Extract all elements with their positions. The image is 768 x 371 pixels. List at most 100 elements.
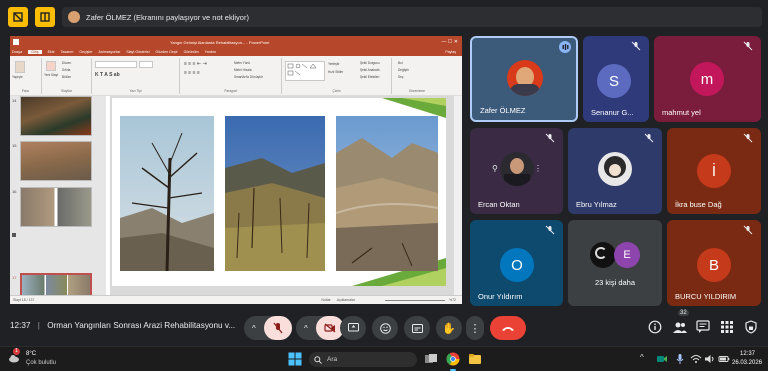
camera-off-icon <box>324 323 336 333</box>
tab-insert[interactable]: Ekle <box>48 50 55 54</box>
participant-tile-senanur[interactable]: S Senanur G... <box>583 36 649 122</box>
participant-tile-ebru[interactable]: Ebru Yılmaz <box>568 128 662 214</box>
pin-toggle-button[interactable] <box>8 7 28 27</box>
quick-styles-button[interactable]: Hızlı Stiller <box>328 70 343 74</box>
raise-hand-button[interactable]: ✋ <box>436 316 462 340</box>
tab-slideshow[interactable]: Slayt Gösterisi <box>126 50 149 54</box>
emoji-icon <box>379 322 391 334</box>
captions-button[interactable] <box>404 316 430 340</box>
more-options-icon[interactable]: ⋮ <box>534 164 542 173</box>
people-button[interactable]: 32 <box>672 310 689 334</box>
tab-review[interactable]: Gözden Geçir <box>156 50 178 54</box>
meet-tray-button[interactable] <box>656 352 670 366</box>
mic-toggle-button[interactable] <box>264 316 292 340</box>
camera-options-chevron-icon[interactable]: ^ <box>304 324 308 333</box>
replace-button[interactable]: Değiştir <box>398 68 409 72</box>
section-dropdown[interactable]: Bölüm <box>62 75 71 79</box>
leave-call-button[interactable] <box>490 316 526 340</box>
zoom-level[interactable]: %72 <box>449 298 456 302</box>
find-button[interactable]: Bul <box>398 61 403 65</box>
new-slide-button[interactable]: Yeni Slayt <box>44 73 58 77</box>
mic-options-chevron-icon[interactable]: ^ <box>252 324 256 333</box>
layout-button[interactable] <box>35 7 55 27</box>
battery-button[interactable] <box>718 352 732 366</box>
arrange-button[interactable]: Yerleştir <box>328 62 339 66</box>
participant-tile-zafer[interactable]: Zafer ÖLMEZ <box>470 36 578 122</box>
slide-thumbnail[interactable] <box>20 96 92 136</box>
tab-file[interactable]: Dosya <box>12 50 22 54</box>
comments-button[interactable]: Açıklamalar <box>337 298 355 302</box>
slide-editor[interactable]: Not yazmak için tıklatın <box>110 96 454 295</box>
participant-tile-more[interactable]: E 23 kişi daha <box>568 220 662 306</box>
window-controls[interactable]: — ☐ ✕ <box>442 39 458 45</box>
more-vert-icon: ⋮ <box>469 322 481 335</box>
zoom-slider[interactable] <box>384 299 445 301</box>
chat-button[interactable] <box>696 320 710 334</box>
participant-name: İkra buse Dağ <box>675 200 722 209</box>
share-button[interactable]: Paylaş <box>445 50 456 54</box>
start-button[interactable] <box>288 352 302 366</box>
host-controls-button[interactable] <box>744 320 758 334</box>
taskbar-search-box[interactable]: Ara <box>309 352 417 367</box>
font-format-buttons[interactable]: K T A S ab <box>95 72 120 78</box>
info-icon <box>648 320 662 334</box>
weather-widget[interactable]: 1 <box>8 348 20 363</box>
slide-thumbnail[interactable] <box>20 141 92 181</box>
meeting-details-button[interactable] <box>648 320 662 334</box>
tab-transitions[interactable]: Geçişler <box>79 50 92 54</box>
shape-fill-button[interactable]: Şekil Dolgusu <box>360 61 380 65</box>
task-view-button[interactable] <box>424 352 438 366</box>
participant-tile-onur[interactable]: O Onur Yıldırım <box>470 220 563 306</box>
shared-screen[interactable]: Yangın Gelmişi Alanlarda Rehabilitasyon.… <box>10 36 462 304</box>
clock-date[interactable]: 26.03.2026 <box>732 360 762 366</box>
select-button[interactable]: Seç <box>398 75 404 79</box>
layout-dropdown[interactable]: Düzen <box>62 61 71 65</box>
present-button[interactable] <box>340 316 366 340</box>
participant-tile-ercan[interactable]: ⚲ ⋮ Ercan Oktan <box>470 128 563 214</box>
align-buttons[interactable]: ≡ ≡ ≡ ≡ <box>184 70 200 76</box>
pin-off-icon <box>13 12 23 22</box>
current-slide[interactable]: Not yazmak için tıklatın <box>112 98 446 286</box>
participant-tile-ikra[interactable]: İ İkra buse Dağ <box>667 128 761 214</box>
tab-animations[interactable]: Animasyonlar <box>99 50 121 54</box>
font-name-input[interactable] <box>95 61 137 68</box>
slide-thumbnail[interactable] <box>20 187 92 227</box>
search-placeholder: Ara <box>327 356 338 363</box>
wifi-button[interactable] <box>690 352 704 366</box>
tab-design[interactable]: Tasarım <box>61 50 74 54</box>
system-tray-chevron-icon[interactable]: ^ <box>640 353 644 362</box>
tab-view[interactable]: Görünüm <box>184 50 199 54</box>
mic-off-icon <box>545 133 555 143</box>
font-size-input[interactable] <box>139 61 153 68</box>
participant-tile-burcu[interactable]: B BURCU YILDIRIM <box>667 220 761 306</box>
pin-icon[interactable]: ⚲ <box>492 164 498 173</box>
mic-tray-button[interactable] <box>674 352 688 366</box>
microphone-icon <box>676 354 684 364</box>
more-options-button[interactable]: ⋮ <box>466 316 484 340</box>
volume-button[interactable] <box>704 352 718 366</box>
smartart-button[interactable]: SmartArt'a Dönüştür <box>234 75 263 79</box>
mic-off-icon <box>545 225 555 235</box>
reactions-button[interactable] <box>372 316 398 340</box>
shape-outline-button[interactable]: Şekil Anahattı <box>360 68 380 72</box>
align-text-button[interactable]: Metni Hizala <box>234 68 252 72</box>
tab-help[interactable]: Yardım <box>205 50 216 54</box>
clock-time[interactable]: 12:37 <box>740 351 755 357</box>
participant-name: Onur Yıldırım <box>478 292 523 301</box>
paste-button[interactable]: Yapıştır <box>12 75 23 79</box>
meeting-title: Orman Yangınları Sonrası Arazi Rehabilit… <box>47 321 236 330</box>
slide-thumbnails-pane[interactable]: 14 15 16 17 <box>10 96 106 304</box>
ribbon-group-drawing: Yerleştir Hızlı Stiller Şekil Dolgusu Şe… <box>282 58 392 94</box>
slide-scrollbar[interactable] <box>454 96 462 295</box>
tab-home[interactable]: Giriş <box>28 50 42 54</box>
file-explorer-button[interactable] <box>468 352 482 366</box>
reset-button[interactable]: Sıfırla <box>62 68 70 72</box>
shape-effects-button[interactable]: Şekil Efektleri <box>360 75 379 79</box>
chrome-taskbar-button[interactable] <box>446 352 460 371</box>
list-buttons[interactable]: ≡ ≡ ≡ ⇤ ⇥ <box>184 61 207 67</box>
activities-button[interactable] <box>720 320 734 334</box>
shapes-gallery[interactable] <box>285 61 325 81</box>
participant-tile-mahmut[interactable]: m mahmut yel <box>654 36 761 122</box>
notes-button[interactable]: Notlar <box>321 298 330 302</box>
text-direction-button[interactable]: Metin Yönü <box>234 61 250 65</box>
